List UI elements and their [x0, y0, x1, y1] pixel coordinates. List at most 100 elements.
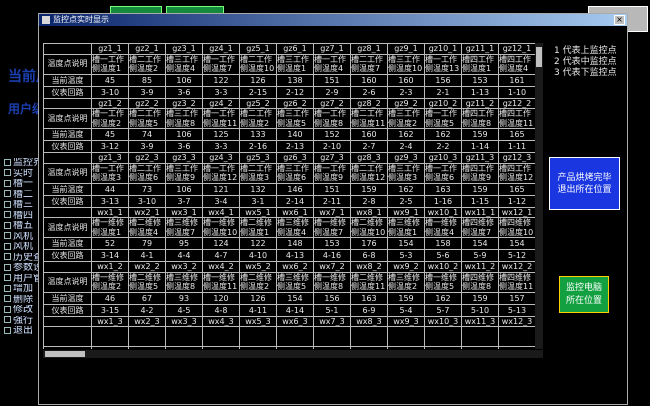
- temperature-cell: 126: [239, 291, 277, 305]
- temperature-cell: [128, 346, 166, 349]
- point-desc-cell: [128, 326, 166, 347]
- tree-item-label: 槽五: [13, 221, 33, 231]
- point-id-cell: wx1_1: [91, 206, 129, 218]
- loop-cell: 4-5: [165, 303, 203, 317]
- loop-cell: 2-4: [387, 140, 425, 153]
- loop-cell: 2-3: [387, 85, 425, 99]
- point-desc-cell: 槽一维修侧温度5: [424, 271, 462, 293]
- point-desc-row: 温度点说明 槽一维修侧温度1 槽二维修侧温度4 槽三维修侧温度7 槽一维修侧温度10 槽二…: [43, 217, 535, 238]
- loop-cell: 5-3: [387, 249, 425, 262]
- close-button[interactable]: ×: [614, 15, 625, 25]
- app-icon: [42, 16, 50, 24]
- point-desc-cell: 槽三工作侧温度1: [276, 53, 314, 75]
- temperature-cell: 148: [276, 237, 314, 250]
- point-desc-cell: 槽四工作侧温度9: [461, 162, 499, 184]
- temperature-cell: 159: [461, 182, 499, 196]
- temperature-cell: 95: [165, 237, 203, 250]
- temperature-cell: 160: [350, 128, 388, 141]
- tree-item-label: 风机: [13, 242, 33, 252]
- temperature-cell: 121: [202, 182, 240, 196]
- row-label-cell: 温度点说明: [43, 217, 92, 238]
- point-id-cell: gz2_2: [128, 97, 166, 109]
- temperature-cell: 159: [387, 291, 425, 305]
- point-id-cell: wx1_2: [91, 261, 129, 273]
- loop-cell: 2-1: [424, 85, 462, 99]
- point-id-cell: gz7_1: [313, 43, 351, 55]
- legend-line: 1 代表上监控点: [554, 46, 617, 56]
- row-label-cell: 仪表回路: [43, 85, 92, 99]
- point-id-row: wx1_3 wx2_3 wx3_3 wx4_3 wx5_3 wx6_3 wx7_3 wx8_3…: [43, 315, 535, 327]
- temperature-cell: 74: [128, 128, 166, 141]
- loop-cell: 3-3: [202, 140, 240, 153]
- product-done-button[interactable]: 产品烘烤完毕 退出所在位置: [549, 157, 620, 210]
- monitor-dialog: 监控点实时显示 × gz1_1 gz2_1 gz3_1 gz4_1 gz5_1 gz6_1…: [38, 13, 628, 405]
- temperature-cell: 106: [165, 73, 203, 87]
- point-id-cell: gz3_3: [165, 152, 203, 164]
- point-id-cell: gz7_3: [313, 152, 351, 164]
- loop-cell: 5-1: [313, 303, 351, 317]
- temperature-cell: [350, 346, 388, 349]
- blank-cell: [43, 97, 92, 109]
- dialog-titlebar[interactable]: 监控点实时显示 ×: [39, 14, 627, 26]
- temperature-cell: 46: [91, 291, 129, 305]
- point-id-cell: gz1_3: [91, 152, 129, 164]
- point-desc-cell: 槽二工作侧温度11: [350, 108, 388, 129]
- loop-cell: 4-13: [276, 249, 314, 262]
- loop-cell: 3-9: [128, 85, 166, 99]
- point-desc-row: 温度点说明 槽一工作侧温度2 槽二工作侧温度5 槽三工作侧温度8 槽一工作侧温度11 槽二…: [43, 108, 535, 129]
- loop-cell: 1-16: [424, 194, 462, 208]
- point-id-cell: gz9_2: [387, 97, 425, 109]
- loop-cell: 5-9: [461, 249, 499, 262]
- temperature-row: 当前温度 45 74 106 125 133 140 152 160 162 162 159 165: [43, 128, 535, 141]
- temperature-cell: [387, 346, 425, 349]
- point-id-cell: gz12_3: [498, 152, 535, 164]
- point-id-cell: wx8_1: [350, 206, 388, 218]
- monitor-table-area: gz1_1 gz2_1 gz3_1 gz4_1 gz5_1 gz6_1 gz7_1 gz8_1…: [43, 43, 535, 349]
- loop-cell: 1-11: [498, 140, 535, 153]
- blank-cell: [43, 43, 92, 55]
- vertical-scrollbar[interactable]: [535, 43, 543, 349]
- loop-row: 仪表回路 3-15 4-2 4-5 4-8 4-11 4-14 5-1 6-9 5-4 5-7 5-1…: [43, 303, 535, 317]
- loop-cell: 4-4: [165, 249, 203, 262]
- temperature-cell: 45: [91, 128, 129, 141]
- point-id-cell: wx7_1: [313, 206, 351, 218]
- tree-item-label: 修改: [13, 305, 33, 315]
- temperature-cell: 162: [424, 291, 462, 305]
- point-desc-cell: 槽三工作侧温度9: [165, 162, 203, 184]
- temperature-row: 当前温度 46 67 93 120 126 154 156 163 159 162 159 157: [43, 291, 535, 305]
- loop-cell: 3-6: [165, 140, 203, 153]
- loop-cell: 2-6: [350, 85, 388, 99]
- point-id-cell: gz7_2: [313, 97, 351, 109]
- point-desc-cell: 槽一工作侧温度13: [424, 53, 462, 75]
- tree-expander-icon: [4, 253, 11, 260]
- temperature-cell: 93: [165, 291, 203, 305]
- tree-item-label: 槽二: [13, 189, 33, 200]
- point-desc-cell: [498, 326, 535, 347]
- vertical-scroll-thumb[interactable]: [536, 47, 542, 67]
- point-id-cell: wx10_3: [424, 315, 462, 327]
- point-desc-cell: 槽三工作侧温度5: [276, 108, 314, 129]
- tree-expander-icon: [4, 284, 11, 292]
- horizontal-scroll-thumb[interactable]: [45, 351, 85, 357]
- temperature-cell: 151: [313, 73, 351, 87]
- point-id-cell: gz12_2: [498, 97, 535, 109]
- point-id-cell: wx5_1: [239, 206, 277, 218]
- temperature-row: 当前温度 52 79 95 124 122 148 153 176 154 158 154 154: [43, 237, 535, 250]
- point-desc-cell: 槽一维修侧温度11: [202, 271, 240, 293]
- loop-cell: 2-13: [276, 140, 314, 153]
- tree-expander-icon: [4, 316, 11, 323]
- point-id-cell: wx3_2: [165, 261, 203, 273]
- row-label-cell: [43, 326, 92, 347]
- temperature-cell: 165: [498, 128, 535, 141]
- temperature-cell: 159: [461, 128, 499, 141]
- point-desc-cell: 槽三工作侧温度8: [165, 108, 203, 129]
- loop-cell: 2-2: [424, 140, 462, 153]
- point-id-cell: gz2_1: [128, 43, 166, 55]
- row-label-cell: [43, 346, 92, 349]
- monitor-pc-location-button[interactable]: 监控电脑 所在位置: [559, 276, 609, 313]
- dialog-title: 监控点实时显示: [53, 15, 109, 24]
- loop-cell: 6-9: [350, 303, 388, 317]
- point-desc-cell: 槽四工作侧温度4: [498, 53, 535, 75]
- horizontal-scrollbar[interactable]: [43, 350, 543, 358]
- tree-expander-icon: [4, 274, 11, 281]
